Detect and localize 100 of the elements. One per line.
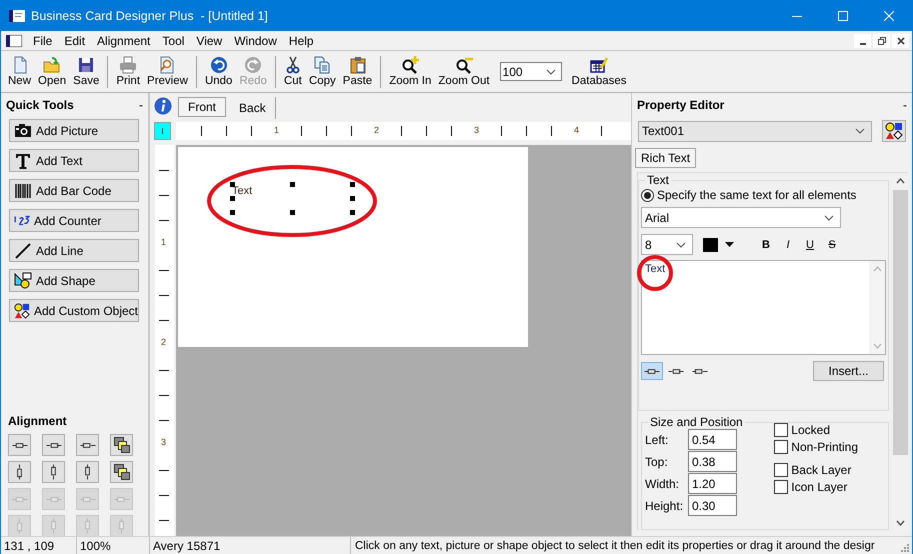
minimize-button[interactable]: [854, 34, 871, 48]
selection-handle[interactable]: [350, 210, 355, 215]
selection-handle[interactable]: [350, 182, 355, 187]
text-align-button[interactable]: [641, 362, 663, 380]
copy-icon: [313, 56, 332, 74]
shape-icon: [14, 272, 32, 290]
tool-button[interactable]: Add Custom Object: [9, 299, 139, 322]
selection-handle[interactable]: [350, 196, 355, 201]
scroll-bar[interactable]: [869, 261, 885, 354]
style-button[interactable]: B: [757, 236, 775, 254]
align-button[interactable]: [76, 461, 99, 483]
tool-button[interactable]: Add Line: [9, 239, 139, 262]
checkbox[interactable]: [774, 423, 788, 437]
input-field[interactable]: 0.54: [688, 429, 737, 450]
scroll-up-icon: [896, 178, 904, 184]
tool-button[interactable]: Add Shape: [9, 269, 139, 292]
tool-button[interactable]: Add Picture: [9, 119, 139, 142]
collapse-toggle[interactable]: -: [139, 98, 143, 112]
line-icon: [14, 242, 32, 260]
zoom-combo[interactable]: 100: [500, 62, 562, 81]
menu-item[interactable]: Help: [282, 34, 320, 48]
toolbar-button[interactable]: Preview: [144, 52, 191, 90]
page-tab[interactable]: Front: [178, 97, 226, 117]
align-button[interactable]: [8, 461, 31, 483]
toolbar-button[interactable]: Save: [70, 52, 102, 90]
selection-handle[interactable]: [230, 182, 235, 187]
align-icon: [114, 464, 130, 480]
color-swatch[interactable]: [703, 238, 718, 252]
checkbox-label: Back Layer: [791, 463, 852, 477]
clipboard-icon: [348, 56, 366, 74]
menu-item[interactable]: File: [27, 34, 58, 48]
input-field[interactable]: 0.30: [688, 495, 737, 516]
style-button[interactable]: I: [779, 236, 797, 254]
info-icon[interactable]: [154, 97, 172, 115]
align-button[interactable]: [110, 434, 133, 456]
scroll-down-icon: [872, 343, 882, 349]
align-button[interactable]: [42, 434, 65, 456]
align-icon: [119, 518, 124, 534]
toolbar-button[interactable]: Zoom In: [386, 52, 434, 90]
toolbar-button[interactable]: Zoom Out: [435, 52, 493, 90]
tool-button[interactable]: Add Text: [9, 149, 139, 172]
toolbar-button[interactable]: Undo: [202, 52, 236, 90]
toolbar-button[interactable]: Paste: [340, 52, 376, 90]
radio-button[interactable]: [641, 188, 654, 202]
size-combo[interactable]: 8: [641, 234, 693, 255]
align-icon: [17, 464, 22, 480]
undo-icon: [210, 56, 228, 74]
selection-handle[interactable]: [290, 182, 295, 187]
preview-icon: [158, 56, 176, 74]
insert-button[interactable]: Insert...: [813, 361, 884, 381]
scroll-up-icon: [872, 266, 882, 272]
window-title: Business Card Designer Plus - [Untitled 1]: [31, 8, 268, 22]
toolbar-button[interactable]: Databases: [568, 52, 630, 90]
checkbox[interactable]: [774, 480, 788, 494]
object-combo[interactable]: Text001: [638, 120, 872, 142]
menu-item[interactable]: View: [190, 34, 228, 48]
collapse-toggle[interactable]: -: [903, 98, 907, 115]
align-button[interactable]: [76, 434, 99, 456]
toolbar-button[interactable]: Open: [35, 52, 70, 90]
toolbar-button[interactable]: Print: [113, 52, 144, 90]
input-field[interactable]: 0.38: [688, 451, 737, 472]
align-button[interactable]: [8, 434, 31, 456]
align-icon: [12, 442, 28, 448]
tool-button[interactable]: Add Counter: [9, 209, 139, 232]
align-icon: [80, 442, 96, 448]
dropdown-arrow-icon[interactable]: [725, 242, 734, 247]
style-button[interactable]: U: [801, 236, 819, 254]
align-button[interactable]: [42, 461, 65, 483]
font-combo[interactable]: Arial: [641, 207, 841, 228]
toolbar-button[interactable]: New: [5, 52, 34, 90]
checkbox[interactable]: [774, 463, 788, 477]
scroll-thumb[interactable]: [892, 190, 908, 455]
style-button[interactable]: S: [823, 236, 841, 254]
align-icon: [12, 496, 28, 502]
text-tool-icon: [14, 152, 32, 170]
field-label: Left:: [644, 432, 670, 446]
close-button[interactable]: [892, 34, 909, 48]
menu-item[interactable]: Alignment: [91, 34, 156, 48]
selection-handle[interactable]: [230, 196, 235, 201]
selection-handle[interactable]: [230, 210, 235, 215]
menu-item[interactable]: Edit: [58, 34, 92, 48]
toolbar-button[interactable]: Cut: [280, 52, 305, 90]
resize-grip-icon[interactable]: [901, 544, 909, 552]
toolbar-button[interactable]: Copy: [306, 52, 339, 90]
object-button[interactable]: [882, 120, 906, 142]
checkbox[interactable]: [774, 440, 788, 454]
property-tab[interactable]: Rich Text: [635, 148, 696, 168]
align-icon: [114, 437, 130, 453]
selection-handle[interactable]: [290, 210, 295, 215]
align-button[interactable]: [110, 461, 133, 483]
menu-item[interactable]: Window: [228, 34, 283, 48]
restore-button[interactable]: [873, 34, 890, 48]
close-icon: [896, 36, 904, 44]
text-object[interactable]: Text: [232, 185, 252, 197]
chevron-down-icon: [824, 214, 834, 220]
menu-item[interactable]: Tool: [156, 34, 190, 48]
tool-button[interactable]: Add Bar Code: [9, 179, 139, 202]
document-icon[interactable]: [6, 34, 22, 46]
input-field[interactable]: 1.20: [688, 473, 737, 494]
page-tab[interactable]: Back: [230, 97, 276, 119]
